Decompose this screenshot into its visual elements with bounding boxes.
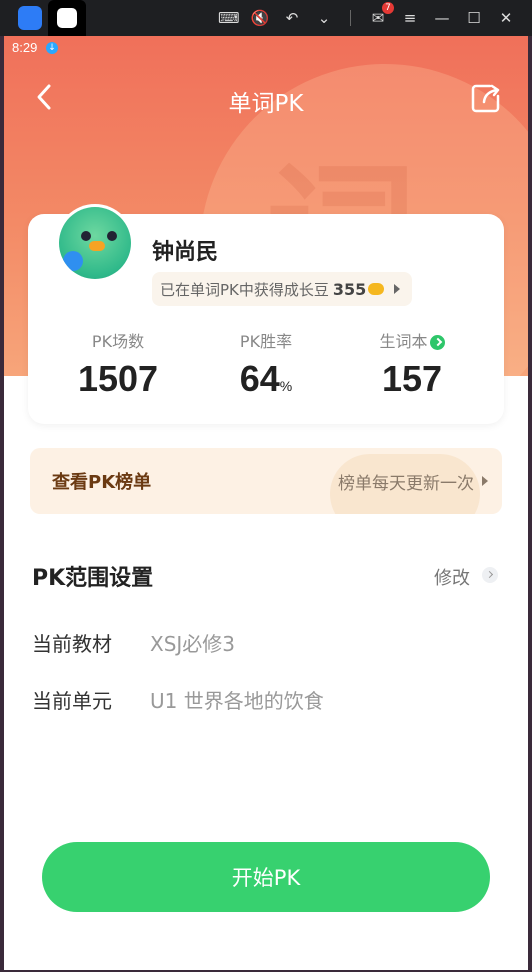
phone-screen: 词 8:29 ↓ 单词PK 钟尚民 已在单词PK中获得成长豆 355	[4, 36, 528, 970]
leaderboard-banner[interactable]: 查看PK榜单 榜单每天更新一次	[30, 448, 502, 514]
textbook-label: 当前教材	[32, 632, 112, 656]
bird-beak	[89, 241, 105, 251]
stat-vocab-book[interactable]: 生词本 157	[332, 328, 492, 400]
user-name: 钟尚民	[152, 240, 219, 265]
unit-value: U1 世界各地的饮食	[150, 689, 324, 713]
stat-label: PK胜率	[239, 332, 293, 351]
menu-icon[interactable]: ≡	[400, 8, 420, 28]
app-logo-icon	[57, 8, 77, 28]
active-app-tab[interactable]	[48, 0, 86, 36]
bird-wing	[63, 251, 83, 271]
status-time: 8:29	[12, 40, 38, 55]
minimize-icon[interactable]: —	[432, 8, 452, 28]
share-icon	[471, 84, 500, 113]
bird-avatar-icon	[59, 207, 131, 279]
growth-bean-count: 355	[332, 279, 367, 299]
check-circle-icon	[429, 335, 445, 350]
stat-pk-count: PK场数 1507	[38, 328, 198, 400]
stat-value: 1507	[77, 358, 159, 399]
textbook-value: XSJ必修3	[150, 632, 236, 656]
stat-value: 157	[381, 358, 443, 399]
chevron-right-icon[interactable]	[482, 567, 498, 583]
toolbar-divider	[350, 10, 351, 26]
range-settings-title: PK范围设置	[32, 566, 154, 591]
mail-badge: 7	[382, 2, 394, 14]
maximize-icon[interactable]: ☐	[464, 8, 484, 28]
edit-range-button[interactable]: 修改	[434, 564, 470, 590]
keyboard-icon[interactable]: ⌨	[218, 8, 240, 28]
download-icon: ↓	[46, 42, 58, 54]
share-button[interactable]	[470, 82, 502, 114]
mute-icon[interactable]: 🔇	[250, 8, 270, 28]
avatar[interactable]	[56, 204, 134, 282]
page-title: 单词PK	[228, 91, 304, 117]
leaderboard-hint: 榜单每天更新一次	[338, 474, 474, 494]
emulator-app-icon[interactable]	[18, 6, 42, 30]
undo-icon[interactable]: ↶	[282, 8, 302, 28]
growth-bean-row[interactable]: 已在单词PK中获得成长豆 355	[152, 272, 413, 306]
unit-label: 当前单元	[32, 689, 112, 713]
bird-eye	[107, 231, 117, 241]
start-pk-button[interactable]: 开始PK	[42, 842, 490, 912]
stat-label: 生词本	[379, 332, 428, 351]
emulator-toolbar: ⌨ 🔇 ↶ ⌄ ✉ 7 ≡ — ☐ ✕	[0, 0, 532, 36]
leaderboard-title: 查看PK榜单	[52, 472, 152, 493]
close-icon[interactable]: ✕	[496, 8, 516, 28]
stat-value: 64	[239, 358, 280, 399]
bird-eye	[81, 231, 91, 241]
chevron-right-icon	[482, 476, 488, 486]
stat-label: PK场数	[91, 332, 145, 351]
stat-unit: %	[279, 378, 293, 394]
growth-bean-text: 已在单词PK中获得成长豆	[160, 280, 329, 299]
stat-win-rate: PK胜率 64%	[186, 328, 346, 400]
coin-icon	[368, 283, 385, 295]
chevron-right-icon	[394, 284, 401, 294]
chevron-down-icon[interactable]: ⌄	[314, 8, 334, 28]
